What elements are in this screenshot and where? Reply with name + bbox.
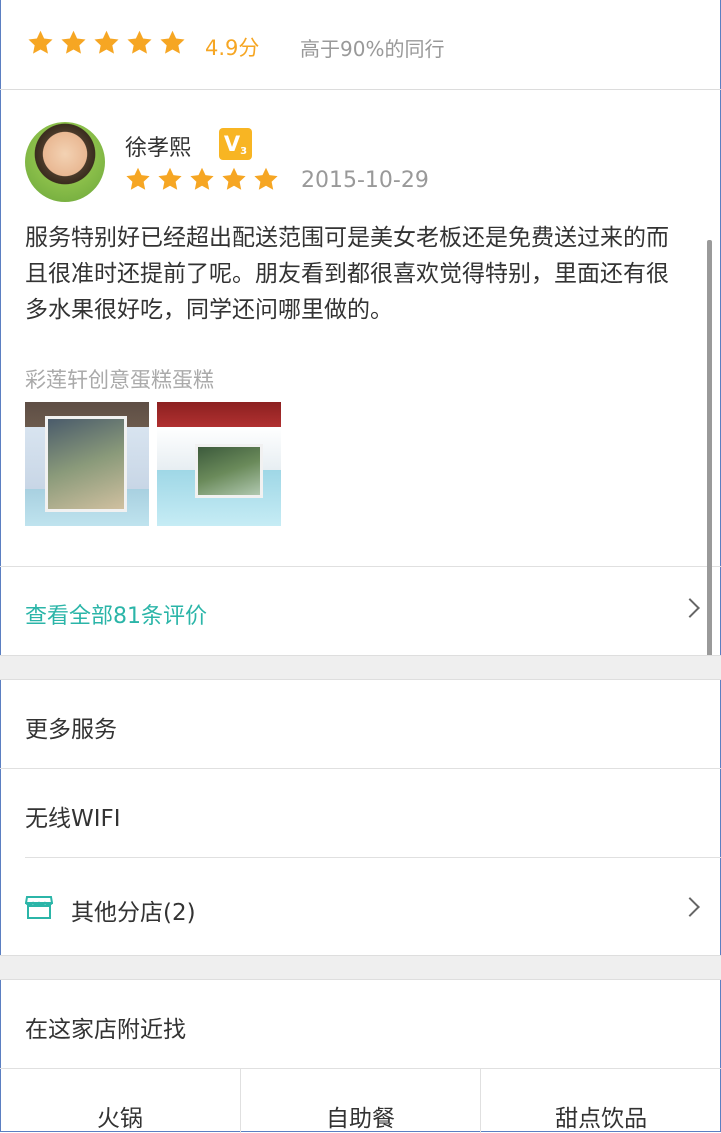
star-icon	[254, 167, 278, 190]
review-stars	[124, 166, 280, 193]
star-icon	[126, 167, 150, 190]
wifi-item: 无线WIFI	[0, 769, 721, 857]
category-hotpot[interactable]: 火锅	[0, 1069, 241, 1133]
chevron-right-icon	[680, 598, 700, 618]
view-all-reviews-link[interactable]: 查看全部81条评价	[0, 566, 721, 656]
vip-level: 3	[240, 146, 248, 157]
chevron-right-icon	[680, 897, 700, 917]
star-icon	[190, 167, 214, 190]
review-text: 服务特别好已经超出配送范围可是美女老板还是免费送过来的而且很准时还提前了呢。朋友…	[25, 225, 669, 323]
nearby-header: 在这家店附近找	[0, 979, 721, 1069]
nearby-categories: 火锅 自助餐 甜点饮品	[0, 1069, 721, 1133]
section-title: 在这家店附近找	[25, 1017, 186, 1043]
view-all-label: 查看全部81条评价	[25, 604, 207, 629]
star-icon	[127, 30, 152, 54]
review-photo[interactable]	[25, 402, 149, 526]
avatar[interactable]	[25, 122, 105, 202]
rating-stars	[26, 29, 187, 57]
rating-score: 4.9分	[205, 36, 260, 60]
star-icon	[222, 167, 246, 190]
star-icon	[94, 30, 119, 54]
rating-summary: 4.9分 高于90%的同行	[0, 0, 721, 90]
star-icon	[61, 30, 86, 54]
branches-label: 其他分店(2)	[71, 900, 196, 926]
star-icon	[160, 30, 185, 54]
star-icon	[28, 30, 53, 54]
category-buffet[interactable]: 自助餐	[241, 1069, 482, 1133]
review-card: 徐孝熙 V3 2015-10-29 服务特别好已经超出配送范围可是美女老板还是免…	[0, 90, 721, 566]
review-photo[interactable]	[157, 402, 281, 526]
other-branches-item[interactable]: 其他分店(2)	[0, 858, 721, 955]
rating-compare: 高于90%的同行	[300, 37, 445, 61]
category-desserts[interactable]: 甜点饮品	[481, 1069, 721, 1133]
section-title: 更多服务	[25, 717, 117, 743]
review-shop-tag: 彩莲轩创意蛋糕蛋糕	[25, 368, 214, 392]
section-divider	[0, 955, 721, 980]
star-icon	[158, 167, 182, 190]
more-services-header: 更多服务	[0, 679, 721, 769]
section-divider	[0, 655, 721, 680]
wifi-label: 无线WIFI	[25, 806, 121, 832]
scrollbar[interactable]	[707, 240, 712, 662]
store-icon	[25, 896, 53, 919]
review-username[interactable]: 徐孝熙	[125, 130, 191, 162]
review-date: 2015-10-29	[301, 168, 429, 193]
vip-badge-icon: V3	[219, 128, 252, 160]
